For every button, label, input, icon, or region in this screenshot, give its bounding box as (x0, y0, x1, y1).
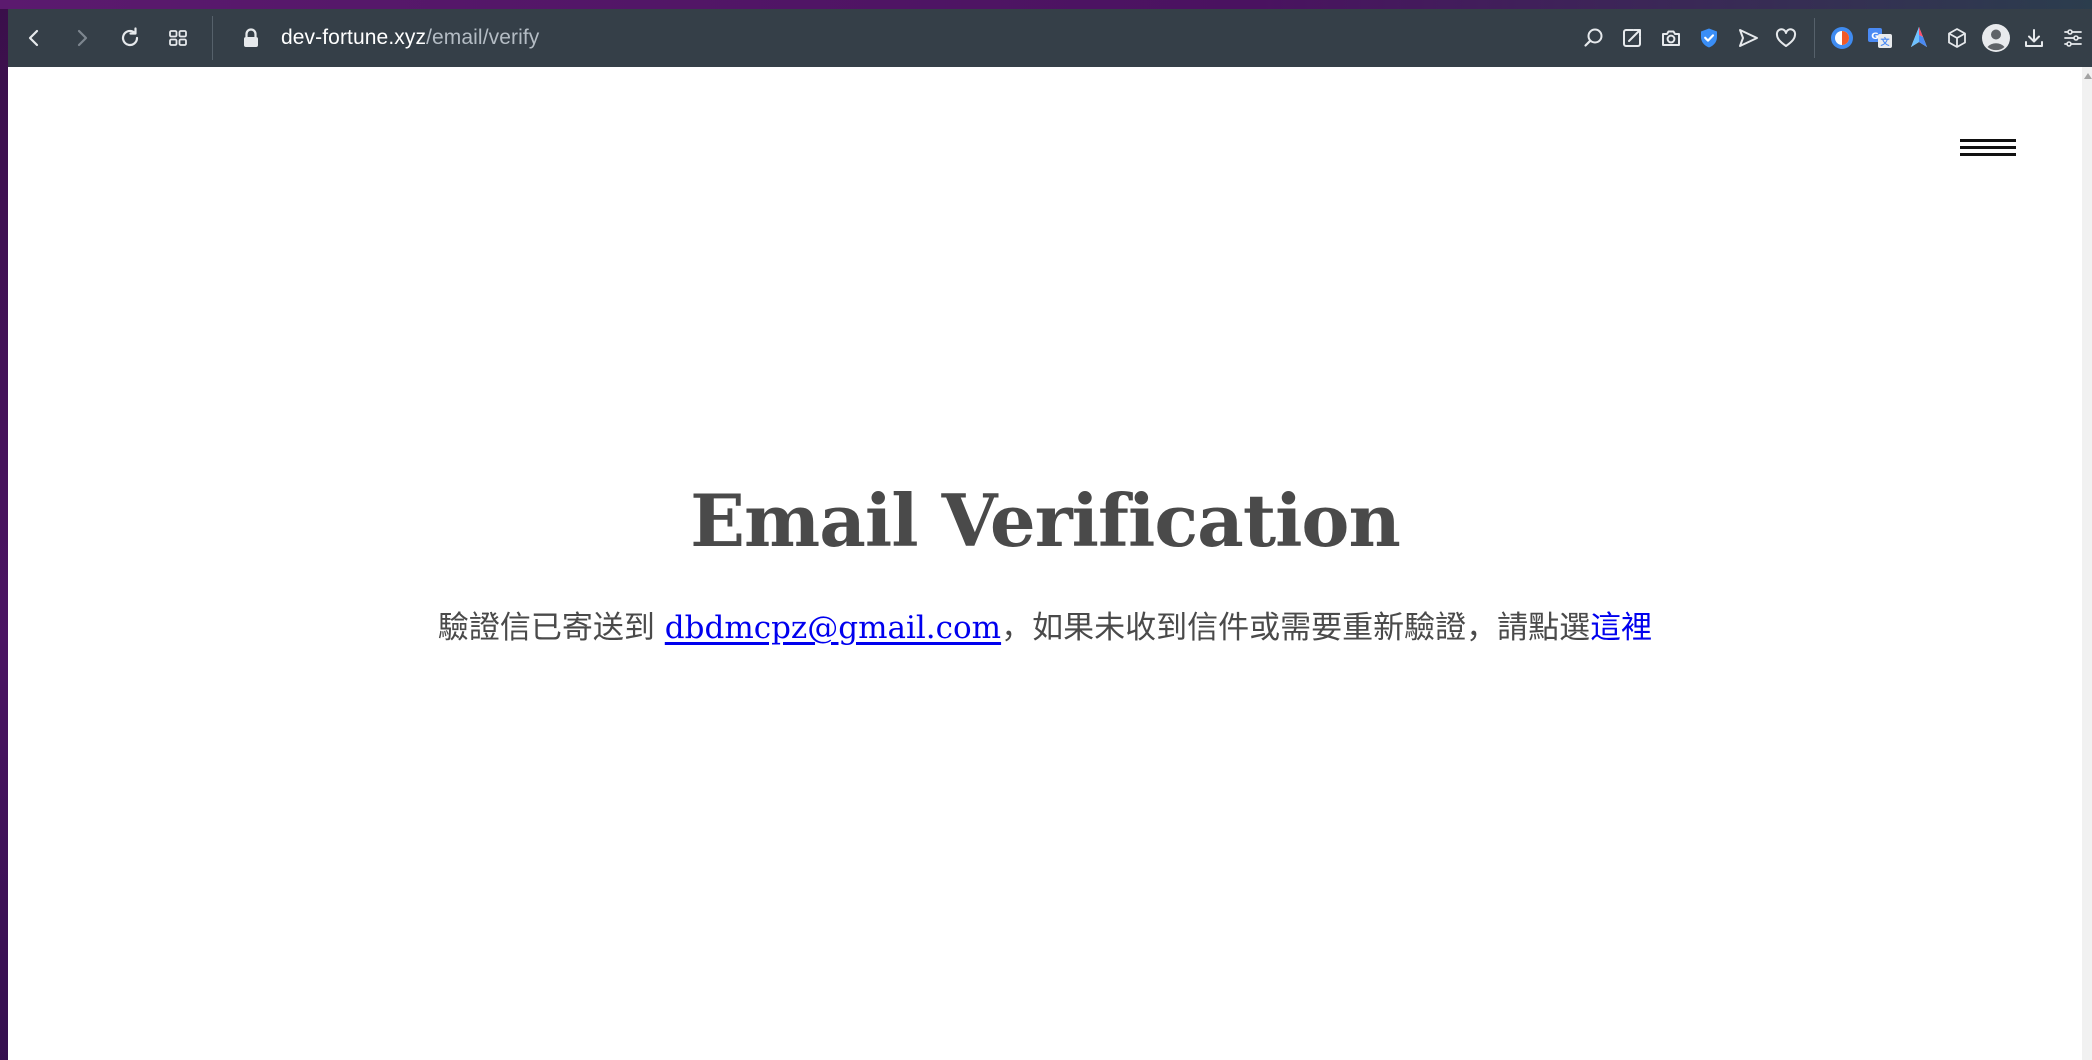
forward-button[interactable] (60, 16, 104, 60)
extension-icon-2 (1910, 27, 1927, 47)
scroll-up-arrow-icon[interactable] (2084, 73, 2092, 79)
extensions-box-button[interactable] (1938, 16, 1977, 60)
snapshot-button[interactable] (1652, 16, 1691, 60)
toolbar-separator (212, 16, 213, 60)
reload-icon (121, 27, 139, 47)
translate-button[interactable]: G文 (1861, 16, 1900, 60)
page-scrollbar[interactable] (2082, 67, 2092, 1060)
extension-button-1[interactable] (1823, 16, 1862, 60)
search-button[interactable] (1575, 16, 1614, 60)
hamburger-line (1960, 139, 2016, 142)
message-prefix: 驗證信已寄送到 (437, 610, 665, 646)
tabs-grid-button[interactable] (156, 16, 200, 60)
bookmark-heart-button[interactable] (1767, 16, 1806, 60)
email-link[interactable]: dbdmcpz@gmail.com (665, 610, 1001, 646)
forward-icon (77, 29, 88, 47)
verification-message: 驗證信已寄送到 dbdmcpz@gmail.com，如果未收到信件或需要重新驗證… (8, 602, 2082, 647)
profile-button[interactable] (1977, 16, 2016, 60)
search-icon (1584, 28, 1603, 47)
downloads-button[interactable] (2015, 16, 2054, 60)
translate-icon: G文 (1868, 28, 1893, 48)
message-middle: ，如果未收到信件或需要重新驗證，請點選 (1001, 610, 1591, 646)
site-info-button[interactable] (233, 16, 269, 60)
address-bar[interactable]: dev-fortune.xyz/email/verify (281, 26, 539, 50)
shield-button[interactable] (1690, 16, 1729, 60)
camera-icon (1661, 30, 1680, 46)
url-domain: dev-fortune.xyz (281, 26, 427, 49)
lock-icon (244, 28, 258, 47)
extension-icon-1 (1830, 27, 1853, 49)
page-title: Email Verification (690, 478, 1401, 563)
hamburger-line (1960, 153, 2016, 156)
url-path: /email/verify (426, 26, 540, 49)
heart-icon (1776, 28, 1797, 47)
profile-icon (1981, 24, 2010, 52)
reload-button[interactable] (108, 16, 152, 60)
send-icon (1738, 29, 1758, 47)
extension-button-2[interactable] (1900, 16, 1939, 60)
download-icon (2025, 29, 2044, 47)
svg-text:文: 文 (1880, 36, 1891, 48)
share-button[interactable] (1613, 16, 1652, 60)
hamburger-menu-icon[interactable] (1960, 133, 2016, 163)
browser-toolbar: dev-fortune.xyz/email/verify G文 (8, 9, 2092, 67)
hamburger-line (1960, 146, 2016, 149)
back-icon (28, 29, 39, 47)
window-top-strip (0, 0, 2092, 9)
send-button[interactable] (1729, 16, 1768, 60)
share-icon (1623, 29, 1642, 47)
menu-icon (2063, 29, 2082, 47)
browser-menu-button[interactable] (2054, 16, 2092, 60)
page-viewport: Email Verification 驗證信已寄送到 dbdmcpz@gmail… (8, 67, 2082, 1060)
svg-text:G: G (1872, 32, 1879, 42)
toolbar-right-icons: G文 (1575, 9, 2092, 67)
shield-icon (1701, 28, 1718, 48)
back-button[interactable] (12, 16, 56, 60)
resend-verification-link[interactable]: 這裡 (1590, 610, 1652, 646)
toolbar-separator-2 (1813, 18, 1815, 58)
box-icon (1948, 28, 1967, 48)
tabs-grid-icon (169, 30, 187, 46)
